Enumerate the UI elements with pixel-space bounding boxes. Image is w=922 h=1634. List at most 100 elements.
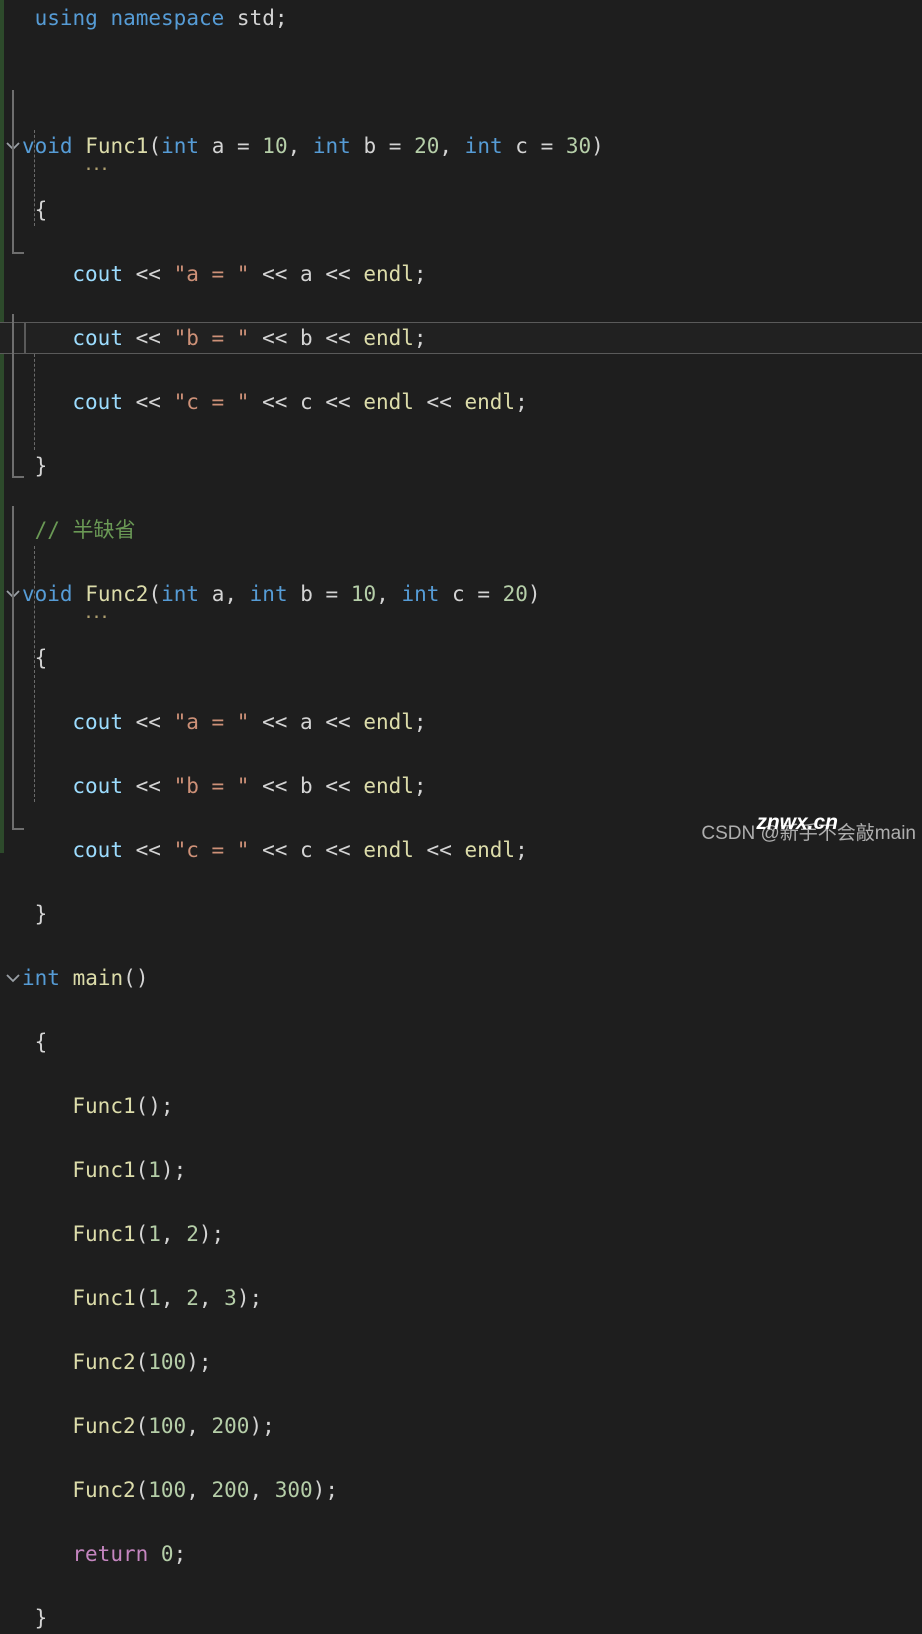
code-token: 100 (148, 1350, 187, 1374)
code-line-text: Func1(1); (72, 1154, 186, 1186)
code-token: ); (249, 1414, 275, 1438)
code-line[interactable]: { (0, 642, 922, 674)
function-marker-dots-icon[interactable]: ․․․ (85, 601, 109, 622)
code-token: return (72, 1542, 149, 1566)
code-token: 0 (160, 1542, 174, 1566)
code-token: b (300, 582, 313, 606)
code-line[interactable]: Func1(1, 2); (0, 1218, 922, 1250)
code-token: cout (72, 710, 123, 734)
code-line[interactable]: cout << "a = " << a << endl; (0, 258, 922, 290)
code-line[interactable]: void Func1(int a = 10, int b = 20, int c… (0, 130, 922, 174)
function-marker-dots-icon[interactable]: ․․․ (85, 153, 109, 174)
code-token: ( (148, 134, 162, 158)
code-token: ; (515, 838, 528, 862)
code-token: Func2 (72, 1414, 136, 1438)
code-line[interactable] (0, 66, 922, 98)
code-line[interactable]: int main() (0, 962, 922, 994)
code-line[interactable]: } (0, 450, 922, 482)
code-token: << (426, 390, 452, 414)
code-content-area[interactable]: using namespace std; void Func1(int a = 1… (0, 0, 922, 1630)
code-line[interactable]: { (0, 1026, 922, 1058)
code-token: ( (135, 1158, 149, 1182)
code-line[interactable]: cout << "c = " << c << endl << endl; (0, 834, 922, 866)
code-token: c (300, 390, 313, 414)
code-token: ; (173, 1542, 187, 1566)
code-token: = (464, 582, 503, 606)
code-token: << (135, 262, 161, 286)
code-line[interactable]: Func2(100, 200); (0, 1410, 922, 1442)
code-token: ); (236, 1286, 263, 1310)
code-token: 30 (565, 134, 592, 158)
code-line[interactable]: Func1(1, 2, 3); (0, 1282, 922, 1314)
code-token: int (161, 582, 200, 606)
code-token: , (439, 134, 465, 158)
code-line[interactable]: Func2(100, 200, 300); (0, 1474, 922, 1506)
code-token: << (135, 390, 161, 414)
code-token: << (135, 326, 161, 350)
code-line[interactable]: cout << "c = " << c << endl << endl; (0, 386, 922, 418)
code-token: ( (135, 1478, 149, 1502)
code-line[interactable]: using namespace std; (0, 2, 922, 34)
code-line[interactable]: } (0, 898, 922, 930)
code-token: "a = " (173, 710, 250, 734)
code-line-text: cout << "b = " << b << endl; (72, 770, 426, 802)
code-token: 1 (148, 1222, 161, 1246)
code-line-text: } (35, 898, 48, 930)
code-token: << (135, 774, 161, 798)
code-line-text: // 半缺省 (35, 514, 136, 546)
code-token: Func2 (72, 1478, 136, 1502)
code-line[interactable]: // 半缺省 (0, 514, 922, 546)
code-token: << (135, 710, 161, 734)
code-line[interactable]: Func1(); (0, 1090, 922, 1122)
code-line[interactable]: return 0; (0, 1538, 922, 1570)
code-token: << (262, 710, 288, 734)
code-line[interactable]: { (0, 194, 922, 226)
code-line-text: cout << "b = " << b << endl; (72, 322, 426, 354)
code-token: cout (72, 326, 123, 350)
code-line[interactable]: cout << "a = " << a << endl; (0, 706, 922, 738)
code-line-text: Func1(); (72, 1090, 173, 1122)
code-token: a (211, 134, 225, 158)
code-line[interactable]: } (0, 1602, 922, 1634)
code-token: << (325, 838, 351, 862)
code-token: a (300, 262, 313, 286)
fold-chevron-down-icon[interactable] (6, 130, 22, 162)
code-token: Func2 (72, 1350, 136, 1374)
code-token: 2 (186, 1222, 199, 1246)
code-line[interactable]: Func2(100); (0, 1346, 922, 1378)
code-token: 1 (148, 1158, 161, 1182)
code-line[interactable]: cout << "b = " << b << endl; (0, 770, 922, 802)
code-line-text: Func2(100, 200, 300); (72, 1474, 338, 1506)
code-token: ; (413, 710, 427, 734)
code-token: , (287, 134, 313, 158)
code-token: "c = " (173, 390, 250, 414)
code-token: endl (363, 774, 414, 798)
code-token: 200 (211, 1478, 250, 1502)
fold-chevron-down-icon[interactable] (6, 578, 22, 610)
fold-chevron-down-icon[interactable] (6, 962, 22, 994)
code-token: int (312, 134, 351, 158)
code-token: } (34, 1606, 48, 1630)
code-token: 200 (211, 1414, 250, 1438)
code-line[interactable]: Func1(1); (0, 1154, 922, 1186)
code-line-current[interactable]: cout << "b = " << b << endl; (0, 322, 922, 354)
code-line[interactable]: void Func2(int a, int b = 10, int c = 20… (0, 578, 922, 622)
code-line-text: using namespace std; (35, 2, 288, 34)
